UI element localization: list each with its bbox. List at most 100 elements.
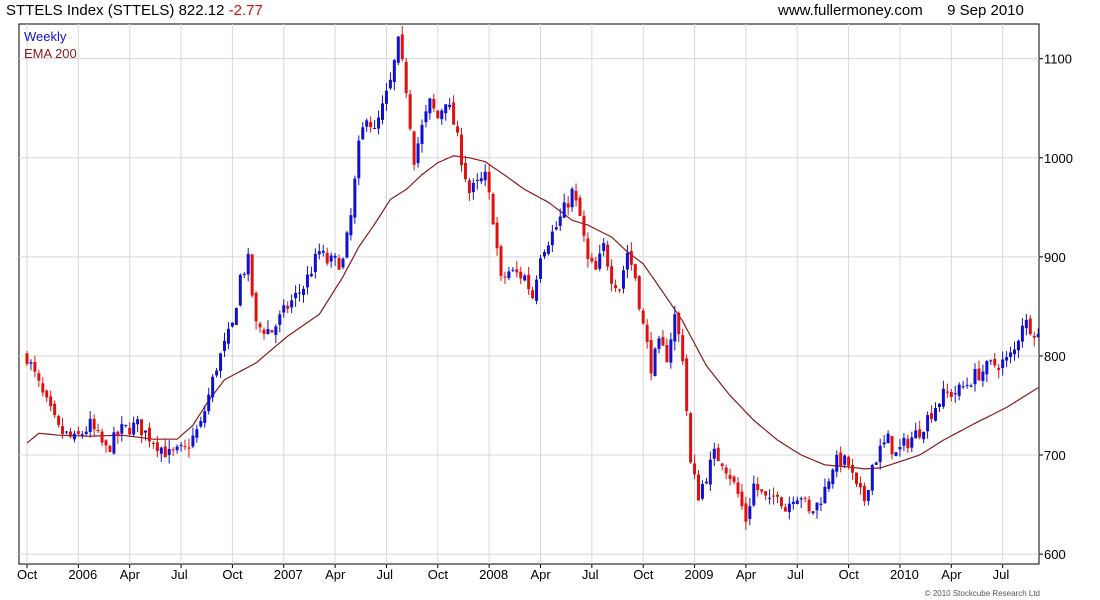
price-bar	[49, 396, 53, 407]
price-bar	[199, 420, 203, 427]
price-bar	[519, 271, 523, 279]
price-bar	[586, 238, 590, 259]
price-bar	[487, 172, 491, 193]
price-bar	[412, 131, 416, 165]
price-bar	[811, 511, 815, 514]
price-bar	[33, 361, 37, 372]
price-bar	[254, 292, 258, 322]
price-bar	[400, 34, 404, 60]
price-bar	[574, 190, 578, 201]
price-bar	[167, 448, 171, 455]
price-bar	[230, 322, 234, 327]
price-bar	[460, 134, 463, 166]
price-bar	[456, 126, 460, 133]
x-tick-label: Apr	[120, 567, 141, 582]
price-bar	[76, 431, 80, 434]
price-bar	[65, 431, 68, 433]
price-bar	[298, 292, 302, 294]
copyright: © 2010 Stockcube Research Ltd	[924, 589, 1040, 598]
price-bar	[977, 368, 981, 381]
price-bar	[61, 426, 65, 434]
price-bar	[732, 476, 736, 482]
price-bar	[436, 110, 440, 119]
price-bar	[384, 90, 388, 104]
price-bar	[41, 383, 45, 393]
price-bar	[144, 430, 147, 433]
price-bar	[945, 391, 949, 393]
x-tick-label: Apr	[531, 567, 552, 582]
price-bar	[803, 497, 807, 499]
price-bar	[558, 216, 562, 226]
price-bar	[819, 503, 823, 505]
price-bar	[37, 373, 41, 381]
price-bar	[246, 253, 250, 275]
price-bar	[373, 128, 377, 130]
price-bar	[1036, 334, 1040, 338]
price-bar	[463, 163, 467, 180]
price-bar	[313, 253, 317, 273]
price-bar	[823, 486, 827, 504]
price-bar	[25, 353, 29, 364]
price-bar	[914, 430, 918, 439]
price-bar	[969, 385, 973, 387]
x-tick-label: Jul	[376, 567, 393, 582]
price-bar	[266, 329, 270, 335]
price-bar	[84, 431, 88, 435]
price-bar	[728, 474, 732, 479]
price-bar	[858, 483, 862, 488]
price-bar	[424, 111, 428, 123]
price-bar	[1032, 335, 1036, 338]
price-bar	[53, 403, 57, 416]
price-bar	[242, 273, 246, 275]
x-tick-label: Oct	[222, 567, 243, 582]
price-bar	[128, 427, 132, 435]
price-bar	[155, 442, 159, 451]
price-bar	[238, 274, 242, 306]
price-bar	[629, 250, 633, 265]
price-bar	[546, 245, 550, 254]
price-bar	[270, 330, 274, 333]
price-bar	[918, 429, 922, 438]
x-tick-label: Apr	[325, 567, 346, 582]
price-bar	[985, 361, 989, 375]
price-bar	[57, 416, 61, 425]
x-tick-label: 2008	[479, 567, 508, 582]
price-bar	[499, 246, 503, 276]
price-bar	[1013, 349, 1016, 355]
price-bar	[610, 266, 614, 284]
price-bar	[602, 243, 606, 251]
price-bar	[614, 284, 618, 289]
price-bar	[1001, 359, 1005, 369]
price-bar	[550, 231, 554, 246]
price-bar	[479, 178, 483, 182]
price-bar	[357, 140, 361, 179]
price-bar	[420, 124, 424, 145]
price-bar	[874, 462, 878, 465]
price-bar	[637, 276, 641, 309]
price-bar	[471, 182, 475, 193]
price-bar	[882, 442, 886, 445]
price-bar	[1016, 340, 1020, 351]
x-tick-label: 2007	[274, 567, 303, 582]
y-tick-label: 1100	[1044, 52, 1072, 67]
price-bar	[760, 489, 764, 492]
price-bar	[258, 323, 262, 328]
price-bar	[211, 376, 215, 398]
price-bar	[851, 464, 855, 473]
price-bar	[716, 447, 720, 462]
price-bar	[317, 251, 321, 255]
price-bar	[724, 467, 728, 474]
price-bar	[440, 110, 444, 120]
price-bar	[562, 202, 566, 218]
price-bar	[748, 506, 752, 519]
price-bar	[72, 433, 76, 440]
price-bar	[578, 197, 582, 216]
price-bar	[570, 188, 574, 208]
y-tick-label: 800	[1044, 349, 1066, 364]
price-bar	[594, 260, 598, 270]
price-bar	[124, 424, 128, 426]
price-bar	[539, 258, 542, 279]
price-bar	[515, 269, 519, 273]
price-bar	[783, 507, 787, 512]
price-bar	[112, 432, 116, 454]
